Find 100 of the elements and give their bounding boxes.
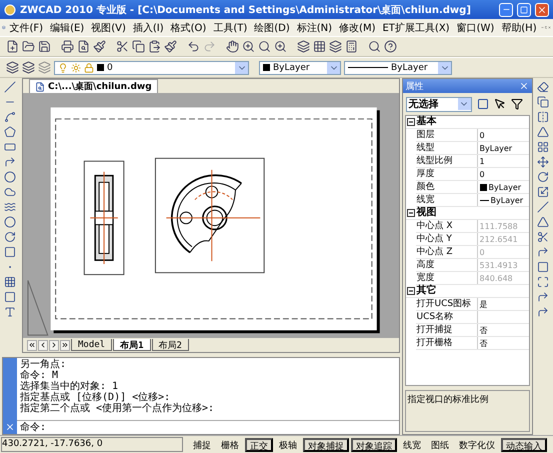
property-value: 1: [480, 156, 485, 166]
printer-icon[interactable]: [61, 40, 74, 53]
menu-item[interactable]: 修改(M): [336, 20, 378, 36]
paste-icon[interactable]: [148, 40, 161, 53]
text-icon[interactable]: [4, 306, 16, 318]
property-label: 打开捕捉: [416, 324, 478, 336]
property-value: 否: [480, 338, 488, 348]
double-chevron-right-icon: [61, 341, 69, 349]
spline-icon[interactable]: [4, 201, 16, 213]
save-icon[interactable]: [38, 40, 51, 53]
panel-title: 属性: [406, 80, 425, 92]
close-button[interactable]: [535, 2, 549, 16]
menu-item[interactable]: 文件(F): [6, 20, 46, 36]
property-label: UCS名称: [416, 311, 478, 323]
copy-icon[interactable]: [132, 40, 145, 53]
property-label: 线型: [416, 142, 478, 154]
trim-icon[interactable]: [537, 231, 550, 243]
document-tab[interactable]: C:\...\桌面\chilun.dwg: [29, 79, 158, 93]
menu-item[interactable]: 编辑(E): [47, 20, 88, 36]
property-label: 宽度: [416, 272, 478, 284]
double-chevron-left-icon: [28, 341, 36, 349]
menu-item[interactable]: 绘图(D): [251, 20, 293, 36]
cloud-icon[interactable]: [4, 186, 16, 198]
layout-tab[interactable]: 布局2: [152, 339, 189, 351]
chevron-left-icon: [39, 341, 47, 349]
print-preview-icon[interactable]: [77, 40, 90, 53]
match-properties-icon[interactable]: [164, 40, 177, 53]
property-value: 531.4913: [480, 260, 518, 270]
command-input[interactable]: 命令:: [17, 421, 399, 434]
pan-icon[interactable]: [226, 40, 239, 53]
status-toggle-button[interactable]: 对象追踪: [351, 438, 397, 452]
new-file-icon[interactable]: [6, 40, 19, 53]
hatch-icon[interactable]: [4, 276, 16, 288]
cut-icon[interactable]: [116, 40, 129, 53]
move-icon[interactable]: [537, 156, 550, 168]
property-value: 840.648: [480, 274, 513, 282]
menu-item[interactable]: 标注(N): [294, 20, 336, 36]
collapse-icon[interactable]: [406, 116, 416, 128]
collapse-icon[interactable]: [406, 207, 416, 219]
copy-icon[interactable]: [537, 96, 550, 108]
zoom-window-icon[interactable]: [258, 40, 271, 53]
menu-item[interactable]: 格式(O): [168, 20, 210, 36]
drawing-canvas[interactable]: [23, 93, 399, 338]
property-value: 是: [480, 298, 488, 310]
zoom-realtime-icon[interactable]: [242, 40, 255, 53]
open-folder-icon[interactable]: [22, 40, 35, 53]
menu-item[interactable]: 窗口(W): [454, 20, 498, 36]
help-icon[interactable]: [384, 40, 397, 53]
circle-icon[interactable]: [4, 171, 16, 183]
filter-icon[interactable]: [510, 98, 523, 110]
rectangle-icon[interactable]: [4, 141, 16, 153]
layer-manager-icon[interactable]: [6, 61, 19, 74]
menu-item[interactable]: 帮助(H): [498, 20, 540, 36]
sun-icon: [71, 62, 81, 72]
property-value: 111.7588: [480, 222, 518, 230]
menu-item[interactable]: 视图(V): [88, 20, 129, 36]
search-icon[interactable]: [368, 40, 381, 53]
menu-item[interactable]: 插入(I): [130, 20, 167, 36]
lock-icon: [84, 62, 94, 72]
menu-item[interactable]: ET扩展工具(X): [379, 20, 453, 36]
select-objects-icon[interactable]: [494, 98, 506, 110]
chevron-right-icon: [50, 341, 58, 349]
line-icon[interactable]: [4, 81, 16, 93]
array-icon[interactable]: [537, 141, 550, 153]
polyline-icon[interactable]: [4, 111, 16, 123]
calculator-icon[interactable]: [345, 40, 358, 53]
status-toggle-button[interactable]: 动态输入: [501, 438, 547, 452]
erase-icon[interactable]: [537, 81, 550, 93]
color-swatch: [480, 184, 487, 190]
layout-tab[interactable]: Model: [71, 339, 112, 351]
ucs-icon: [27, 280, 48, 336]
property-value: ByLayer: [490, 196, 524, 204]
last-tab-button[interactable]: [60, 340, 70, 350]
first-tab-button[interactable]: [27, 340, 37, 350]
color-dropdown[interactable]: ByLayer: [259, 60, 341, 74]
rotate-icon[interactable]: [537, 171, 550, 183]
layer-dropdown[interactable]: 0: [54, 60, 249, 74]
property-value: 否: [480, 324, 488, 336]
command-line: 指定第二个点或 <使用第一个点作为位移>:: [20, 403, 216, 414]
command-panel-grip[interactable]: [3, 358, 17, 434]
minimize-button[interactable]: [499, 2, 513, 16]
section-heading: 基本: [416, 116, 437, 128]
close-icon[interactable]: [5, 422, 15, 432]
command-line: 指定基点或 [位移(D)] <位移>:: [20, 392, 172, 403]
restore-button[interactable]: [517, 2, 531, 16]
status-toggle-button[interactable]: 对象捕捉: [303, 438, 349, 452]
section-heading: 视图: [416, 207, 437, 219]
property-label: 中心点 Z: [416, 246, 478, 258]
property-label: 图层: [416, 129, 478, 141]
undo-icon[interactable]: [187, 40, 200, 53]
close-icon[interactable]: [519, 81, 530, 91]
layout-tab[interactable]: 布局1: [113, 339, 151, 351]
menu-item[interactable]: 工具(T): [210, 20, 250, 36]
collapse-icon[interactable]: [406, 285, 416, 297]
selection-dropdown[interactable]: 无选择: [406, 96, 472, 112]
drawing-file-icon: [35, 82, 45, 92]
polygon-icon[interactable]: [4, 126, 16, 138]
linetype-dropdown[interactable]: ByLayer: [344, 60, 452, 74]
property-value: 212.6541: [480, 234, 518, 244]
property-value: ByLayer: [480, 144, 512, 152]
